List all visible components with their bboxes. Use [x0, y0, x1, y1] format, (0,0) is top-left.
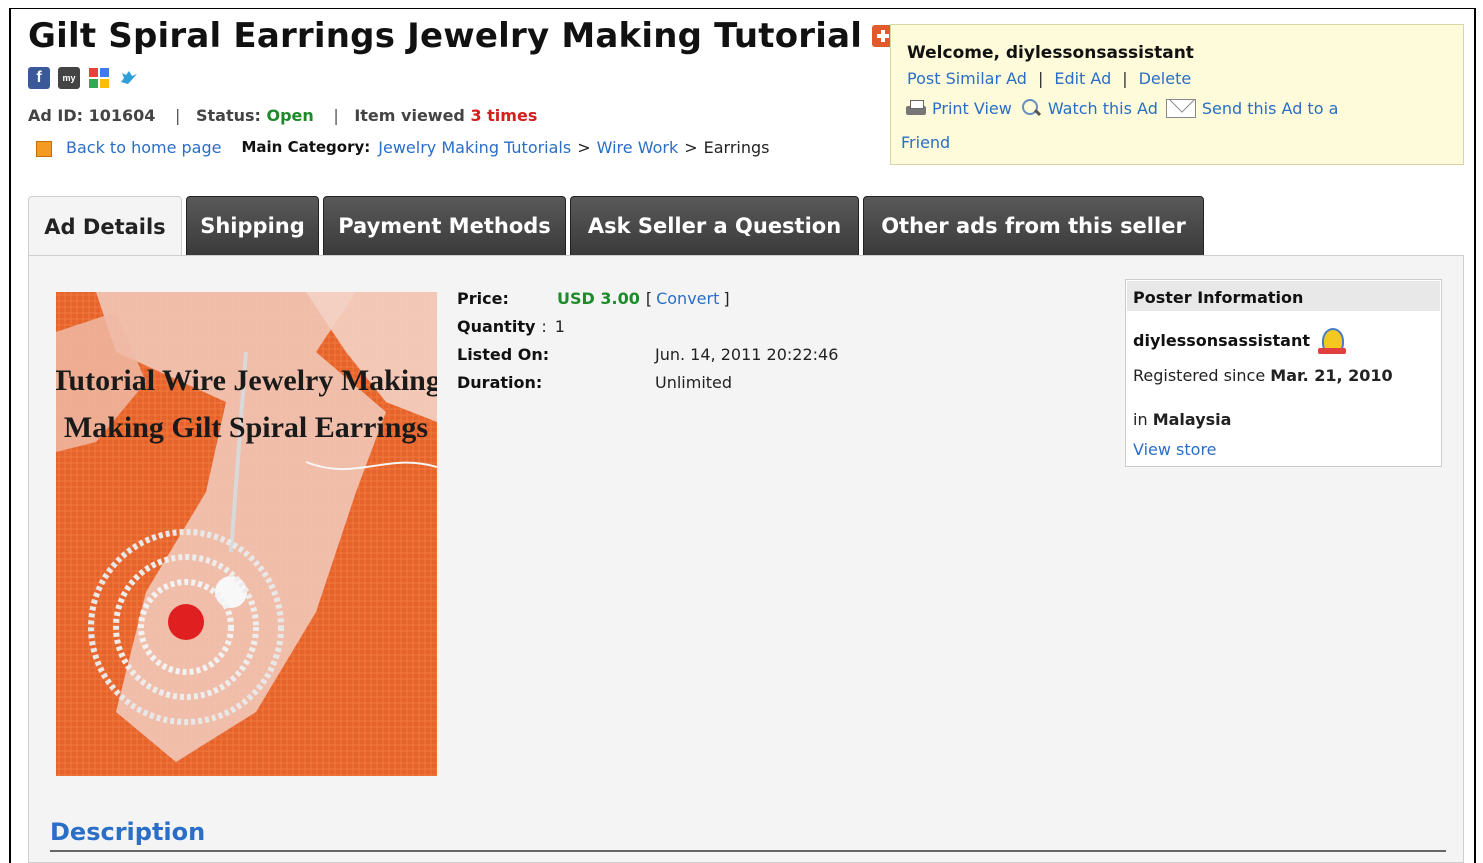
- main-category-label: Main Category:: [241, 138, 371, 156]
- ad-title: Gilt Spiral Earrings Jewelry Making Tuto…: [28, 16, 863, 56]
- google-icon[interactable]: [88, 67, 110, 89]
- price-value: USD 3.00: [557, 288, 640, 308]
- views-label: Item viewed: [354, 106, 465, 125]
- status-label: Status:: [195, 106, 261, 125]
- ad-id-value: 101604: [88, 106, 156, 125]
- print-view-link[interactable]: Print View: [932, 99, 1012, 118]
- twitter-icon[interactable]: [118, 67, 140, 89]
- quantity-row: Quantity : 1: [457, 316, 565, 336]
- tab-ask-seller[interactable]: Ask Seller a Question: [570, 196, 859, 256]
- tab-ad-details[interactable]: Ad Details: [28, 196, 182, 256]
- envelope-icon[interactable]: [1165, 98, 1196, 118]
- breadcrumb-separator: >: [684, 137, 698, 157]
- ad-tools: Print View Watch this Ad Send this Ad to…: [905, 97, 1338, 119]
- quantity-value: 1: [554, 316, 565, 336]
- price-label: Price:: [457, 288, 509, 308]
- ad-tabs: Ad Details Shipping Payment Methods Ask …: [28, 196, 1208, 256]
- price-row: Price: USD 3.00 [ Convert ]: [457, 288, 730, 308]
- magnifier-icon[interactable]: [1020, 97, 1042, 119]
- duration-label: Duration:: [457, 372, 543, 392]
- watch-ad-link[interactable]: Watch this Ad: [1048, 99, 1158, 118]
- seller-badge-icon: [1316, 324, 1348, 356]
- facebook-icon[interactable]: f: [28, 67, 50, 89]
- poster-info-header: Poster Information: [1127, 281, 1440, 311]
- google-icon-graphic: [89, 68, 109, 88]
- quantity-label: Quantity: [457, 316, 536, 336]
- send-to-friend-link-cont[interactable]: Friend: [901, 133, 950, 152]
- registered-prefix: Registered since: [1133, 366, 1266, 385]
- location-row: in Malaysia: [1133, 410, 1231, 429]
- page-frame-right: [1474, 8, 1476, 863]
- printer-icon[interactable]: [905, 99, 927, 117]
- poster-name-row: diylessonsassistant: [1133, 324, 1348, 356]
- tab-shipping[interactable]: Shipping: [186, 196, 319, 256]
- tab-other-ads[interactable]: Other ads from this seller: [863, 196, 1204, 256]
- duration-value: Unlimited: [655, 372, 733, 392]
- ad-id-label: Ad ID:: [28, 106, 84, 125]
- edit-ad-link[interactable]: Edit Ad: [1054, 69, 1111, 88]
- meta-separator: |: [333, 106, 339, 125]
- image-caption-line2: Making Gilt Spiral Earrings: [64, 411, 428, 444]
- product-photo-graphic: Tutorial Wire Jewelry Making Making Gilt…: [56, 292, 437, 776]
- twitter-icon-graphic: [121, 71, 137, 84]
- category-current-earrings: Earrings: [703, 137, 770, 157]
- image-caption-line1: Tutorial Wire Jewelry Making: [56, 364, 437, 397]
- status-value: Open: [266, 106, 314, 125]
- listed-row: Listed On: Jun. 14, 2011 20:22:46: [457, 340, 838, 368]
- post-similar-ad-link[interactable]: Post Similar Ad: [907, 69, 1027, 88]
- social-share-bar: f my: [28, 67, 140, 89]
- registered-date: Mar. 21, 2010: [1270, 366, 1393, 385]
- product-photo[interactable]: Tutorial Wire Jewelry Making Making Gilt…: [56, 292, 437, 776]
- ad-actions: Post Similar Ad | Edit Ad | Delete: [907, 69, 1192, 88]
- page-frame-left: [9, 8, 11, 863]
- duration-row: Duration: Unlimited: [457, 368, 838, 396]
- category-link-wire-work[interactable]: Wire Work: [597, 138, 679, 157]
- account-box: Welcome, diylessonsassistant Post Simila…: [890, 24, 1464, 165]
- tab-payment-methods[interactable]: Payment Methods: [323, 196, 566, 256]
- breadcrumb-separator: >: [577, 137, 591, 157]
- description-heading: Description: [50, 818, 206, 846]
- ad-details-list: Price: USD 3.00 [ Convert ] Quantity : 1…: [457, 284, 838, 396]
- description-divider: [50, 850, 1446, 852]
- page-frame-top: [9, 8, 1476, 9]
- poster-name: diylessonsassistant: [1133, 330, 1310, 350]
- views-value: 3 times: [470, 106, 538, 125]
- category-link-jewelry-tutorials[interactable]: Jewelry Making Tutorials: [378, 138, 571, 157]
- delete-ad-link[interactable]: Delete: [1139, 69, 1192, 88]
- send-to-friend-link[interactable]: Send this Ad to a: [1202, 99, 1339, 118]
- ad-title-row: Gilt Spiral Earrings Jewelry Making Tuto…: [28, 16, 895, 56]
- listed-label: Listed On:: [457, 344, 550, 364]
- meta-separator: |: [175, 106, 181, 125]
- location-prefix: in: [1133, 410, 1148, 429]
- registered-row: Registered since Mar. 21, 2010: [1133, 366, 1393, 385]
- listed-value: Jun. 14, 2011 20:22:46: [655, 344, 839, 364]
- breadcrumb: Back to home page Main Category: Jewelry…: [36, 137, 770, 157]
- rss-home-icon: [36, 141, 52, 157]
- myspace-icon[interactable]: my: [58, 67, 80, 89]
- poster-info-box: Poster Information diylessonsassistant R…: [1125, 279, 1442, 467]
- welcome-text: Welcome, diylessonsassistant: [907, 43, 1194, 63]
- view-store-link[interactable]: View store: [1133, 440, 1217, 459]
- location-value: Malaysia: [1152, 410, 1232, 429]
- convert-link[interactable]: Convert: [656, 289, 719, 308]
- ad-meta-line: Ad ID: 101604 | Status: Open | Item view…: [28, 106, 537, 125]
- back-home-link[interactable]: Back to home page: [66, 138, 221, 157]
